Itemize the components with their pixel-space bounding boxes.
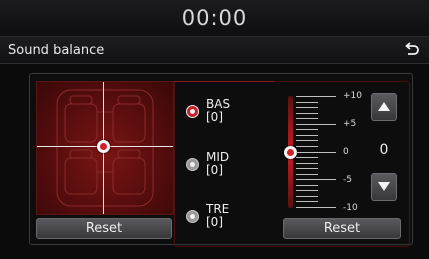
page-title: Sound balance	[8, 43, 105, 58]
scale-tick	[296, 168, 318, 169]
scale-tick	[296, 207, 336, 208]
scale-tick	[296, 196, 318, 197]
clock: 00:00	[181, 6, 248, 30]
up-arrow-icon	[378, 102, 390, 111]
scale-tick	[296, 129, 318, 130]
scale-tick	[296, 185, 318, 186]
back-button[interactable]	[401, 40, 421, 60]
scale-tick	[296, 113, 318, 114]
scale-tick	[296, 140, 318, 141]
scale-label-zero: 0	[343, 147, 349, 157]
scale-tick	[296, 135, 318, 136]
scale-tick	[296, 163, 318, 164]
scale-tick	[296, 96, 336, 97]
scale-tick	[296, 179, 336, 180]
balance-fader-pad[interactable]	[36, 81, 174, 215]
scale-tick	[296, 157, 318, 158]
mid-value: [0]	[206, 163, 223, 177]
scale-label-minus5: -5	[343, 175, 352, 185]
back-arrow-icon	[405, 42, 419, 55]
tone-up-button[interactable]	[371, 93, 397, 121]
down-arrow-icon	[378, 182, 390, 191]
bass-value: [0]	[206, 110, 223, 124]
scale-label-minus10: -10	[343, 203, 358, 213]
tone-down-button[interactable]	[371, 173, 397, 201]
scale-tick	[296, 201, 318, 202]
scale-tick	[296, 102, 318, 103]
status-bar: 00:00	[0, 0, 429, 37]
bass-radio[interactable]	[186, 105, 199, 118]
balance-knob[interactable]	[97, 140, 110, 153]
scale-tick	[296, 107, 318, 108]
title-bar: Sound balance	[0, 37, 429, 64]
scale-label-plus10: +10	[343, 91, 362, 101]
tone-reset-button[interactable]: Reset	[283, 218, 401, 239]
scale-tick	[296, 146, 318, 147]
balance-reset-button[interactable]: Reset	[36, 218, 172, 239]
scale-tick	[296, 124, 336, 125]
tone-scale: +10 +5 0 -5 -10	[296, 91, 366, 213]
scale-tick	[296, 152, 336, 153]
scale-tick	[296, 118, 318, 119]
tone-value: 0	[379, 142, 389, 158]
treble-value: [0]	[206, 215, 223, 229]
mid-radio[interactable]	[186, 158, 199, 171]
treble-radio[interactable]	[186, 210, 199, 223]
scale-tick	[296, 174, 318, 175]
scale-tick	[296, 190, 318, 191]
scale-label-plus5: +5	[343, 119, 357, 129]
